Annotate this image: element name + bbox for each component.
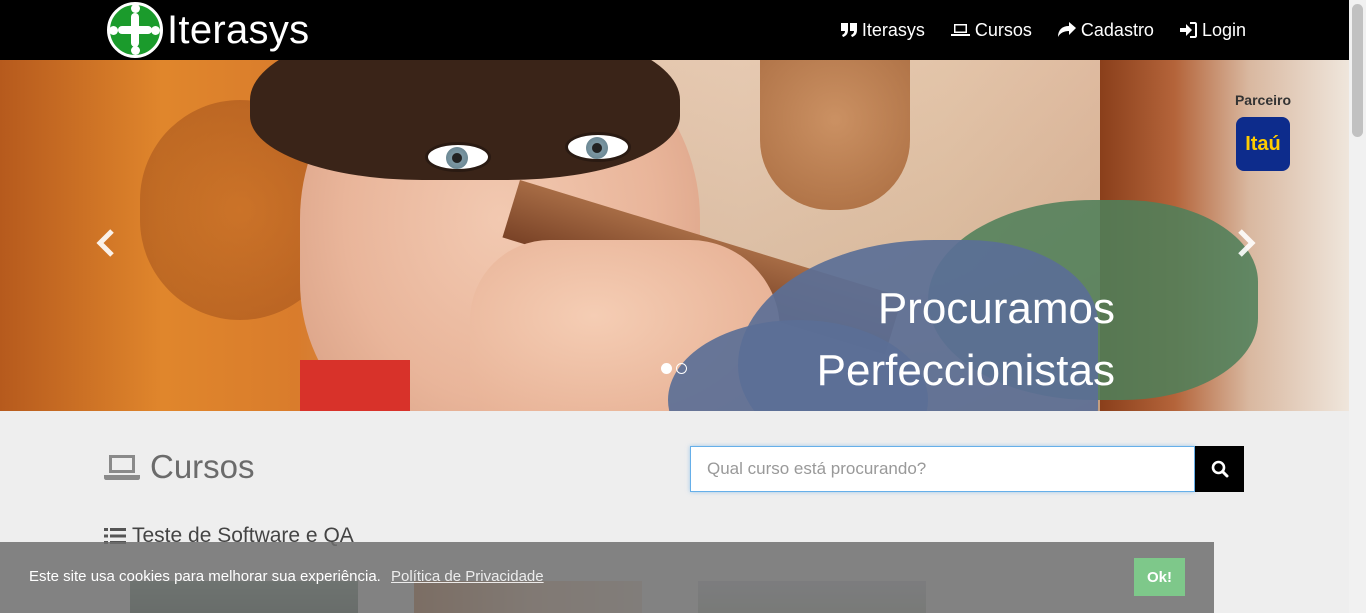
main-nav: Iterasys Cursos Cadastro Login xyxy=(840,0,1246,60)
brand-name: Iterasys xyxy=(167,7,310,52)
quote-icon xyxy=(840,23,857,37)
share-icon xyxy=(1057,22,1076,37)
nav-item-iterasys[interactable]: Iterasys xyxy=(840,19,925,41)
nav-item-login[interactable]: Login xyxy=(1179,19,1246,41)
search-input[interactable] xyxy=(690,446,1195,492)
carousel-indicator-1[interactable] xyxy=(661,363,672,374)
navbar: Iterasys Iterasys Cursos Cadastro Login xyxy=(0,0,1349,60)
chevron-right-icon xyxy=(1238,229,1256,257)
nav-item-cursos[interactable]: Cursos xyxy=(950,19,1032,41)
courses-heading: Cursos xyxy=(104,448,255,486)
hero-carousel: Procuramos Perfeccionistas Parceiro Itaú xyxy=(0,60,1349,411)
nav-item-label: Cursos xyxy=(974,19,1032,40)
nav-item-label: Cadastro xyxy=(1080,19,1154,40)
page: Iterasys Iterasys Cursos Cadastro Login xyxy=(0,0,1366,613)
cookie-accept-button[interactable]: Ok! xyxy=(1134,558,1185,596)
carousel-indicators xyxy=(661,363,687,374)
login-icon xyxy=(1179,22,1197,38)
brand-logo-icon xyxy=(107,2,163,58)
scrollbar-thumb[interactable] xyxy=(1352,4,1363,137)
laptop-icon xyxy=(950,24,970,36)
courses-title: Cursos xyxy=(150,448,255,485)
privacy-policy-link[interactable]: Política de Privacidade xyxy=(391,568,544,585)
itau-logo: Itaú xyxy=(1236,117,1290,171)
search-icon xyxy=(1211,460,1228,478)
laptop-icon xyxy=(104,455,140,480)
carousel-next-button[interactable] xyxy=(1234,228,1258,258)
carousel-indicator-2[interactable] xyxy=(676,363,687,374)
partner-badge[interactable]: Parceiro Itaú xyxy=(1228,92,1298,171)
cookie-message: Este site usa cookies para melhorar sua … xyxy=(29,568,544,585)
course-search xyxy=(690,446,1244,492)
page-scrollbar[interactable] xyxy=(1349,0,1366,613)
carousel-caption: Procuramos Perfeccionistas xyxy=(816,284,1115,395)
nav-item-label: Login xyxy=(1201,19,1246,40)
nav-item-label: Iterasys xyxy=(861,19,925,40)
chevron-left-icon xyxy=(96,229,114,257)
search-button[interactable] xyxy=(1195,446,1244,492)
nav-item-cadastro[interactable]: Cadastro xyxy=(1057,19,1154,41)
cookie-banner: Este site usa cookies para melhorar sua … xyxy=(0,542,1214,613)
carousel-prev-button[interactable] xyxy=(94,228,118,258)
brand-link[interactable]: Iterasys xyxy=(107,2,309,58)
partner-label: Parceiro xyxy=(1234,92,1292,108)
